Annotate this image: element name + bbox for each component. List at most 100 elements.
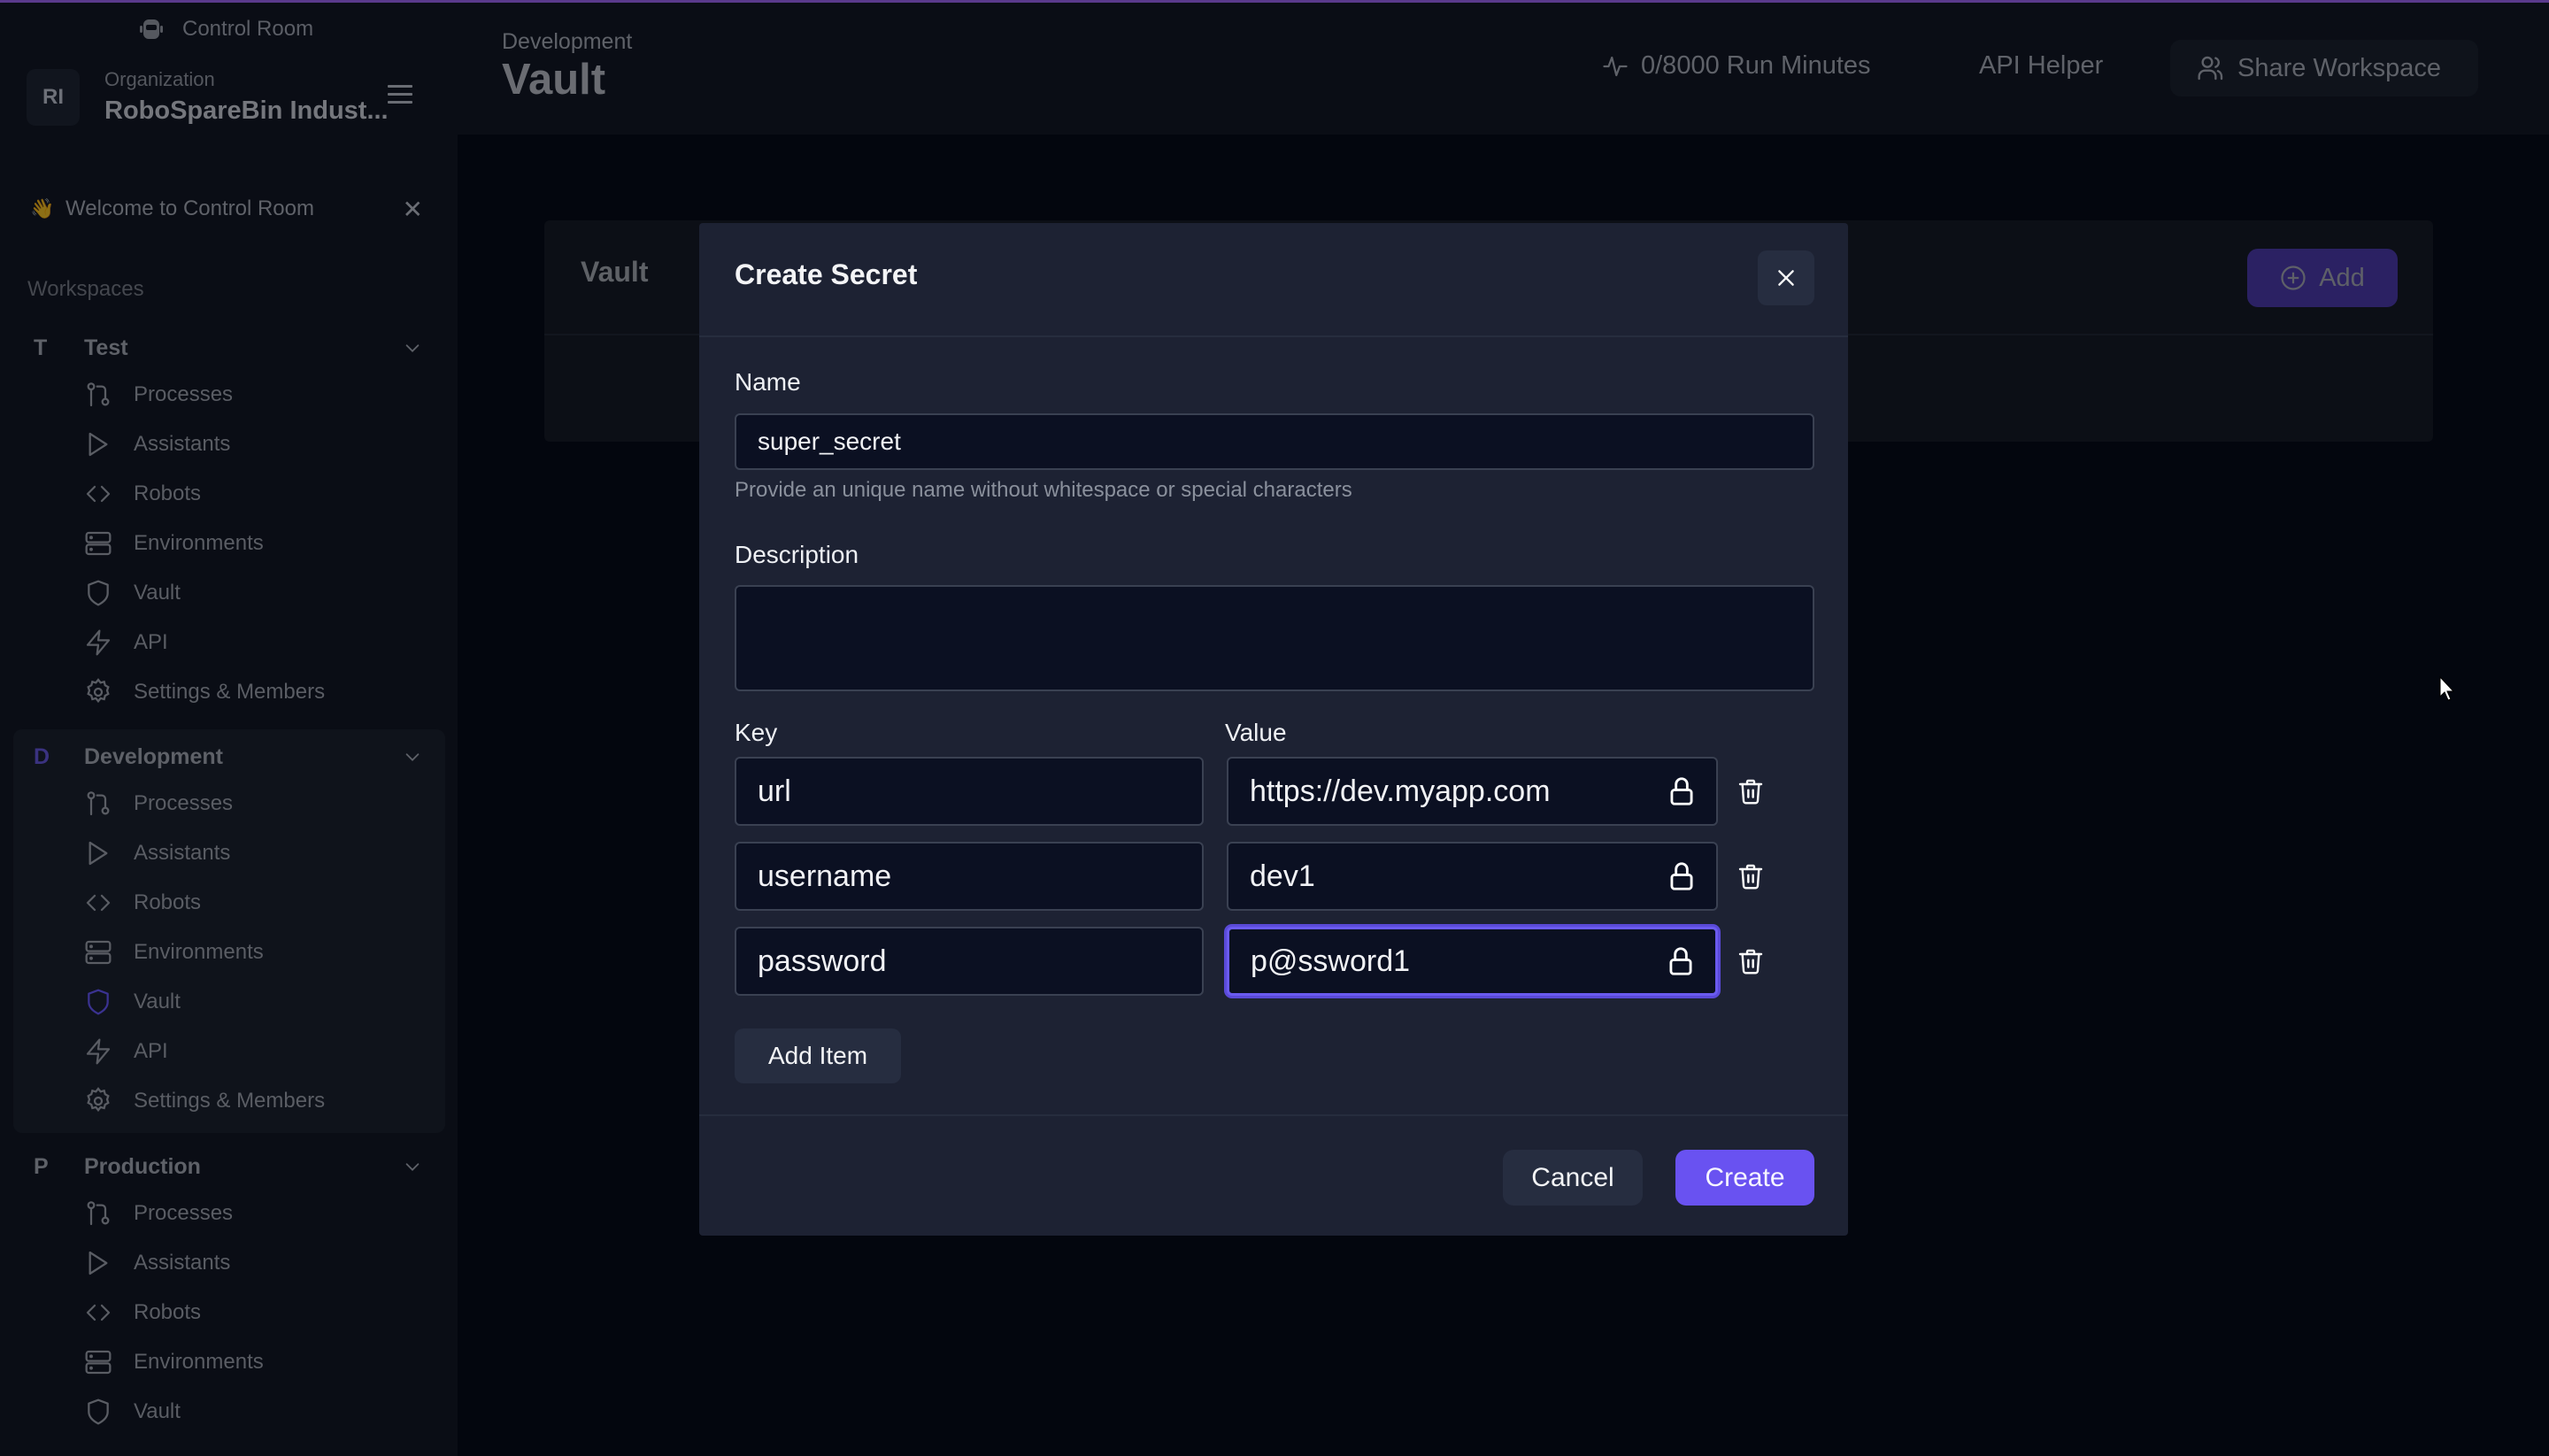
chevron-down-icon[interactable] [403, 338, 422, 358]
value-input[interactable]: dev1 [1227, 842, 1718, 911]
run-minutes-label: 0/8000 Run Minutes [1641, 51, 1871, 80]
gear-icon [84, 1087, 112, 1115]
sidebar-item-label: Robots [134, 890, 202, 914]
sidebar-item-development-api[interactable]: API [13, 1027, 445, 1076]
workspace-header-test[interactable]: T Test [0, 326, 458, 370]
sidebar-item-development-settings-members[interactable]: Settings & Members [13, 1076, 445, 1126]
value-input[interactable]: https://dev.myapp.com [1227, 757, 1718, 826]
sidebar-item-label: Vault [134, 581, 181, 605]
sidebar-item-development-vault[interactable]: Vault [13, 977, 445, 1027]
code-icon [84, 480, 112, 508]
cancel-button[interactable]: Cancel [1503, 1150, 1643, 1206]
brand[interactable]: Control Room [138, 14, 313, 44]
add-item-button[interactable]: Add Item [735, 1028, 901, 1083]
sidebar-item-label: Vault [134, 1399, 181, 1423]
workspace-header-production[interactable]: P Production [0, 1144, 458, 1189]
run-minutes[interactable]: 0/8000 Run Minutes [1602, 51, 1871, 81]
key-input[interactable]: username [735, 842, 1204, 911]
key-input[interactable]: password [735, 927, 1204, 996]
sidebar-item-test-environments[interactable]: Environments [0, 519, 458, 568]
plus-circle-icon [2281, 266, 2306, 290]
sidebar-item-label: Processes [134, 791, 234, 815]
close-icon[interactable]: ✕ [403, 195, 423, 224]
code-icon [84, 1298, 112, 1327]
sidebar-item-label: Environments [134, 940, 264, 964]
lightning-icon [84, 1037, 112, 1066]
workspace-production: P Production Processes Assistants Robots… [0, 1144, 458, 1437]
server-icon [84, 529, 112, 558]
sidebar-item-test-processes[interactable]: Processes [0, 370, 458, 420]
workspace-test: T Test Processes Assistants Robots Envir… [0, 326, 458, 717]
lock-icon[interactable] [1665, 859, 1698, 893]
play-icon [84, 1249, 112, 1277]
hamburger-menu-icon[interactable] [388, 85, 412, 106]
value-text: https://dev.myapp.com [1250, 774, 1551, 808]
chevron-down-icon[interactable] [403, 747, 422, 767]
description-label: Description [735, 541, 859, 568]
play-icon [84, 839, 112, 867]
sidebar-item-development-robots[interactable]: Robots [13, 878, 445, 928]
sidebar-item-production-processes[interactable]: Processes [0, 1189, 458, 1238]
trash-icon[interactable] [1737, 775, 1765, 807]
api-helper-link[interactable]: API Helper [1979, 51, 2103, 81]
sidebar-item-test-api[interactable]: API [0, 618, 458, 667]
welcome-text: Welcome to Control Room [65, 196, 314, 220]
sidebar-item-production-vault[interactable]: Vault [0, 1387, 458, 1437]
trash-icon[interactable] [1737, 860, 1765, 892]
sidebar-item-label: Processes [134, 382, 234, 406]
code-icon [84, 889, 112, 917]
sidebar-item-development-environments[interactable]: Environments [13, 928, 445, 977]
modal-close-button[interactable] [1758, 250, 1814, 305]
sidebar-item-development-processes[interactable]: Processes [13, 779, 445, 828]
description-textarea[interactable] [735, 585, 1814, 691]
welcome-banner[interactable]: 👋 Welcome to Control Room ✕ [30, 191, 428, 227]
modal-footer-divider [699, 1114, 1848, 1116]
lock-icon[interactable] [1664, 944, 1698, 978]
share-workspace-button[interactable]: Share Workspace [2170, 40, 2478, 96]
share-workspace-label: Share Workspace [2237, 53, 2441, 82]
sidebar-item-test-settings-members[interactable]: Settings & Members [0, 667, 458, 717]
sidebar-item-test-robots[interactable]: Robots [0, 469, 458, 519]
key-input[interactable]: url [735, 757, 1204, 826]
breadcrumb[interactable]: Development [502, 29, 632, 55]
value-input[interactable]: p@ssword1 [1227, 927, 1718, 996]
create-button[interactable]: Create [1675, 1150, 1814, 1206]
close-icon [1778, 270, 1794, 286]
shield-icon [84, 579, 112, 607]
play-icon [84, 430, 112, 458]
chevron-down-icon[interactable] [403, 1157, 422, 1176]
robot-logo-icon [140, 19, 163, 39]
sidebar-item-label: API [134, 630, 168, 654]
modal-title: Create Secret [735, 258, 918, 290]
add-secret-button[interactable]: Add [2247, 249, 2398, 307]
brand-name: Control Room [182, 17, 314, 41]
workspace-header-development[interactable]: D Development [13, 735, 445, 779]
sidebar-item-label: API [134, 1039, 168, 1063]
sidebar-item-label: Robots [134, 481, 202, 505]
top-accent-line [0, 0, 2549, 3]
sidebar-item-development-assistants[interactable]: Assistants [13, 828, 445, 878]
sidebar-item-test-assistants[interactable]: Assistants [0, 420, 458, 469]
sidebar-item-production-assistants[interactable]: Assistants [0, 1238, 458, 1288]
org-avatar: RI [27, 68, 80, 126]
organization-switcher[interactable]: RI Organization RoboSpareBin Indust... [27, 68, 389, 126]
sidebar-item-test-vault[interactable]: Vault [0, 568, 458, 618]
page-header: Development Vault 0/8000 Run Minutes API… [458, 0, 2549, 135]
server-icon [84, 1348, 112, 1376]
workspace-name: Test [84, 335, 128, 360]
sidebar-item-production-robots[interactable]: Robots [0, 1288, 458, 1337]
trash-icon[interactable] [1737, 945, 1765, 977]
sidebar-item-production-environments[interactable]: Environments [0, 1337, 458, 1387]
sidebar-item-label: Assistants [134, 841, 231, 865]
git-branch-icon [84, 381, 112, 409]
create-secret-modal: Create Secret Name super_secret Provide … [699, 223, 1848, 1236]
lock-icon[interactable] [1665, 774, 1698, 808]
sidebar-item-label: Vault [134, 990, 181, 1013]
mouse-cursor-icon [2439, 675, 2455, 701]
key-column-label: Key [735, 719, 778, 746]
git-branch-icon [84, 790, 112, 818]
workspace-initial: P [34, 1153, 49, 1179]
name-input[interactable]: super_secret [735, 413, 1814, 470]
vault-card-title: Vault [581, 256, 649, 288]
lightning-icon [84, 628, 112, 657]
